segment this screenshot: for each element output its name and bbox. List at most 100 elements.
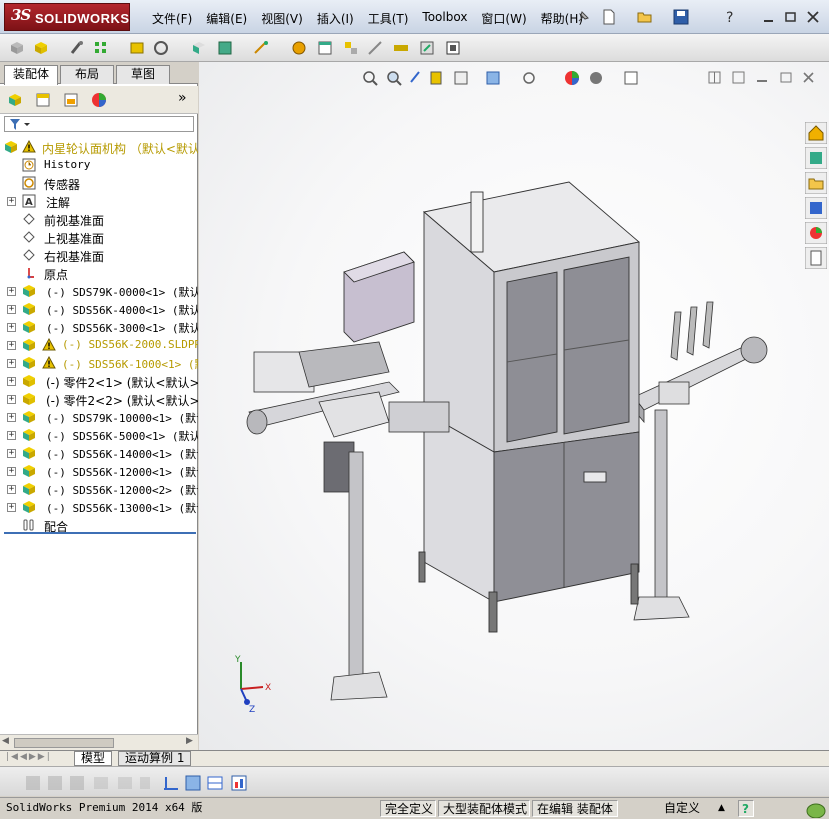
tree-root-item[interactable]: 内星轮认面机构 （默认<默认 — [0, 138, 198, 156]
tree-item[interactable]: + (-) SDS56K-1000<1> (默认 — [0, 354, 198, 372]
expand-toggle-icon[interactable]: + — [7, 485, 16, 494]
scroll-left-arrow-icon[interactable]: ◀ — [2, 736, 9, 746]
home-icon[interactable] — [805, 122, 827, 144]
tree-item[interactable]: + (-) 零件2<1> (默认<默认> — [0, 372, 198, 390]
tree-item[interactable]: 上视基准面 — [0, 228, 198, 246]
open-folder-icon[interactable] — [636, 8, 654, 26]
bill-of-materials-icon[interactable] — [316, 39, 334, 57]
expand-toggle-icon[interactable]: + — [7, 359, 16, 368]
edit-component-icon[interactable] — [8, 39, 26, 57]
mate-icon[interactable] — [68, 39, 86, 57]
expand-toggle-icon[interactable]: + — [7, 305, 16, 314]
instant3d-icon[interactable] — [418, 39, 436, 57]
tree-end-rollback-bar[interactable] — [4, 532, 196, 534]
assembly-features-icon[interactable] — [216, 39, 234, 57]
expand-toggle-icon[interactable]: + — [7, 197, 16, 206]
linear-pattern-icon[interactable] — [92, 39, 110, 57]
reference-geometry-icon[interactable] — [252, 39, 270, 57]
expand-toggle-icon[interactable]: + — [7, 449, 16, 458]
menu-window[interactable]: 窗口(W) — [481, 10, 526, 27]
design-library-icon[interactable] — [805, 147, 827, 169]
expand-toggle-icon[interactable]: + — [7, 467, 16, 476]
tree-item[interactable]: + (-) 零件2<2> (默认<默认> — [0, 390, 198, 408]
tab-motion-study[interactable]: 运动算例 1 — [118, 751, 192, 766]
expand-toggle-icon[interactable]: + — [7, 287, 16, 296]
menu-file[interactable]: 文件(F) — [152, 10, 192, 27]
tree-item[interactable]: 原点 — [0, 264, 198, 282]
tree-item[interactable]: + (-) SDS56K-14000<1> (默认 — [0, 444, 198, 462]
restore-icon[interactable] — [782, 8, 800, 26]
show-hidden-icon[interactable] — [190, 39, 208, 57]
tree-item[interactable]: + (-) SDS56K-4000<1> (默认< — [0, 300, 198, 318]
save-icon[interactable] — [672, 8, 690, 26]
heads-up-view-toolbar[interactable] — [359, 68, 659, 88]
status-help-icon[interactable]: ? — [738, 800, 754, 817]
new-motion-study-icon[interactable] — [290, 39, 308, 57]
appearances-icon[interactable] — [805, 222, 827, 244]
interference-detection-icon[interactable] — [392, 39, 410, 57]
tree-item[interactable]: History — [0, 156, 198, 174]
view-palette-icon[interactable] — [805, 197, 827, 219]
tab-model[interactable]: 模型 — [74, 751, 113, 766]
tree-item[interactable]: + (-) SDS56K-2000.SLDPRT< — [0, 336, 198, 354]
expand-toggle-icon[interactable]: + — [7, 413, 16, 422]
tree-item[interactable]: 前视基准面 — [0, 210, 198, 228]
tree-item[interactable]: + (-) SDS56K-5000<1> (默认< — [0, 426, 198, 444]
menu-view[interactable]: 视图(V) — [261, 10, 303, 27]
move-component-icon[interactable] — [152, 39, 170, 57]
feature-tree-icon[interactable] — [6, 91, 24, 109]
scroll-right-arrow-icon[interactable]: ▶ — [186, 736, 193, 746]
solidworks-logo[interactable]: 3S SOLIDWORKS — [4, 3, 130, 31]
tab-layout[interactable]: 布局 — [60, 65, 114, 84]
configuration-manager-icon[interactable] — [62, 91, 80, 109]
exploded-view-icon[interactable] — [342, 39, 360, 57]
horizontal-scrollbar[interactable]: ◀ ▶ — [0, 734, 198, 750]
custom-properties-icon[interactable] — [805, 247, 827, 269]
expand-toggle-icon[interactable]: + — [7, 431, 16, 440]
menu-toolbox[interactable]: Toolbox — [422, 10, 467, 27]
expand-panel-chevron-icon[interactable]: » — [178, 90, 187, 106]
expand-toggle-icon[interactable]: + — [7, 323, 16, 332]
viewport-window-controls[interactable] — [707, 70, 817, 86]
menu-insert[interactable]: 插入(I) — [317, 10, 354, 27]
minimize-icon[interactable] — [760, 8, 778, 26]
pin-icon[interactable] — [574, 8, 592, 26]
insert-component-icon[interactable] — [32, 39, 50, 57]
tree-item[interactable]: 传感器 — [0, 174, 198, 192]
expand-toggle-icon[interactable]: + — [7, 377, 16, 386]
tree-item[interactable]: + A 注解 — [0, 192, 198, 210]
new-document-icon[interactable] — [600, 8, 618, 26]
tab-nav-arrows-icon[interactable]: |◀◀▶▶| — [6, 752, 52, 762]
tree-item[interactable]: + (-) SDS56K-13000<1> (默认 — [0, 498, 198, 516]
tree-item[interactable]: + (-) SDS79K-10000<1> (默认 — [0, 408, 198, 426]
expand-toggle-icon[interactable]: + — [7, 395, 16, 404]
resize-grip-icon[interactable] — [800, 799, 826, 818]
tab-assembly[interactable]: 装配体 — [4, 65, 58, 85]
file-explorer-icon[interactable] — [805, 172, 827, 194]
tree-item[interactable]: + (-) SDS56K-3000<1> (默认< — [0, 318, 198, 336]
sketch-tools-strip[interactable] — [24, 773, 264, 793]
menu-edit[interactable]: 编辑(E) — [206, 10, 247, 27]
tree-item[interactable]: 右视基准面 — [0, 246, 198, 264]
expand-toggle-icon[interactable]: + — [7, 503, 16, 512]
menu-tools[interactable]: 工具(T) — [368, 10, 409, 27]
graphics-area[interactable]: Y X Z — [199, 62, 829, 750]
display-manager-icon[interactable] — [90, 91, 108, 109]
explode-line-sketch-icon[interactable] — [366, 39, 384, 57]
property-manager-icon[interactable] — [34, 91, 52, 109]
tree-filter-input[interactable] — [4, 116, 194, 132]
help-icon[interactable]: ? — [722, 8, 740, 26]
large-assembly-icon[interactable] — [444, 39, 462, 57]
assembly-3d-model[interactable] — [239, 172, 779, 702]
tab-sketch[interactable]: 草图 — [116, 65, 170, 84]
smart-fasteners-icon[interactable] — [128, 39, 146, 57]
scrollbar-thumb[interactable] — [14, 738, 114, 748]
expand-toggle-icon[interactable]: + — [7, 341, 16, 350]
tree-item[interactable]: + (-) SDS79K-0000<1> (默认< — [0, 282, 198, 300]
tree-item[interactable]: + (-) SDS56K-12000<1> (默认 — [0, 462, 198, 480]
tree-item[interactable]: + (-) SDS56K-12000<2> (默认 — [0, 480, 198, 498]
status-units-dropdown-icon[interactable]: ▲ — [714, 800, 729, 817]
tree-item[interactable]: 配合 — [0, 516, 198, 533]
close-icon[interactable] — [804, 8, 822, 26]
status-custom[interactable]: 自定义 — [660, 800, 704, 817]
